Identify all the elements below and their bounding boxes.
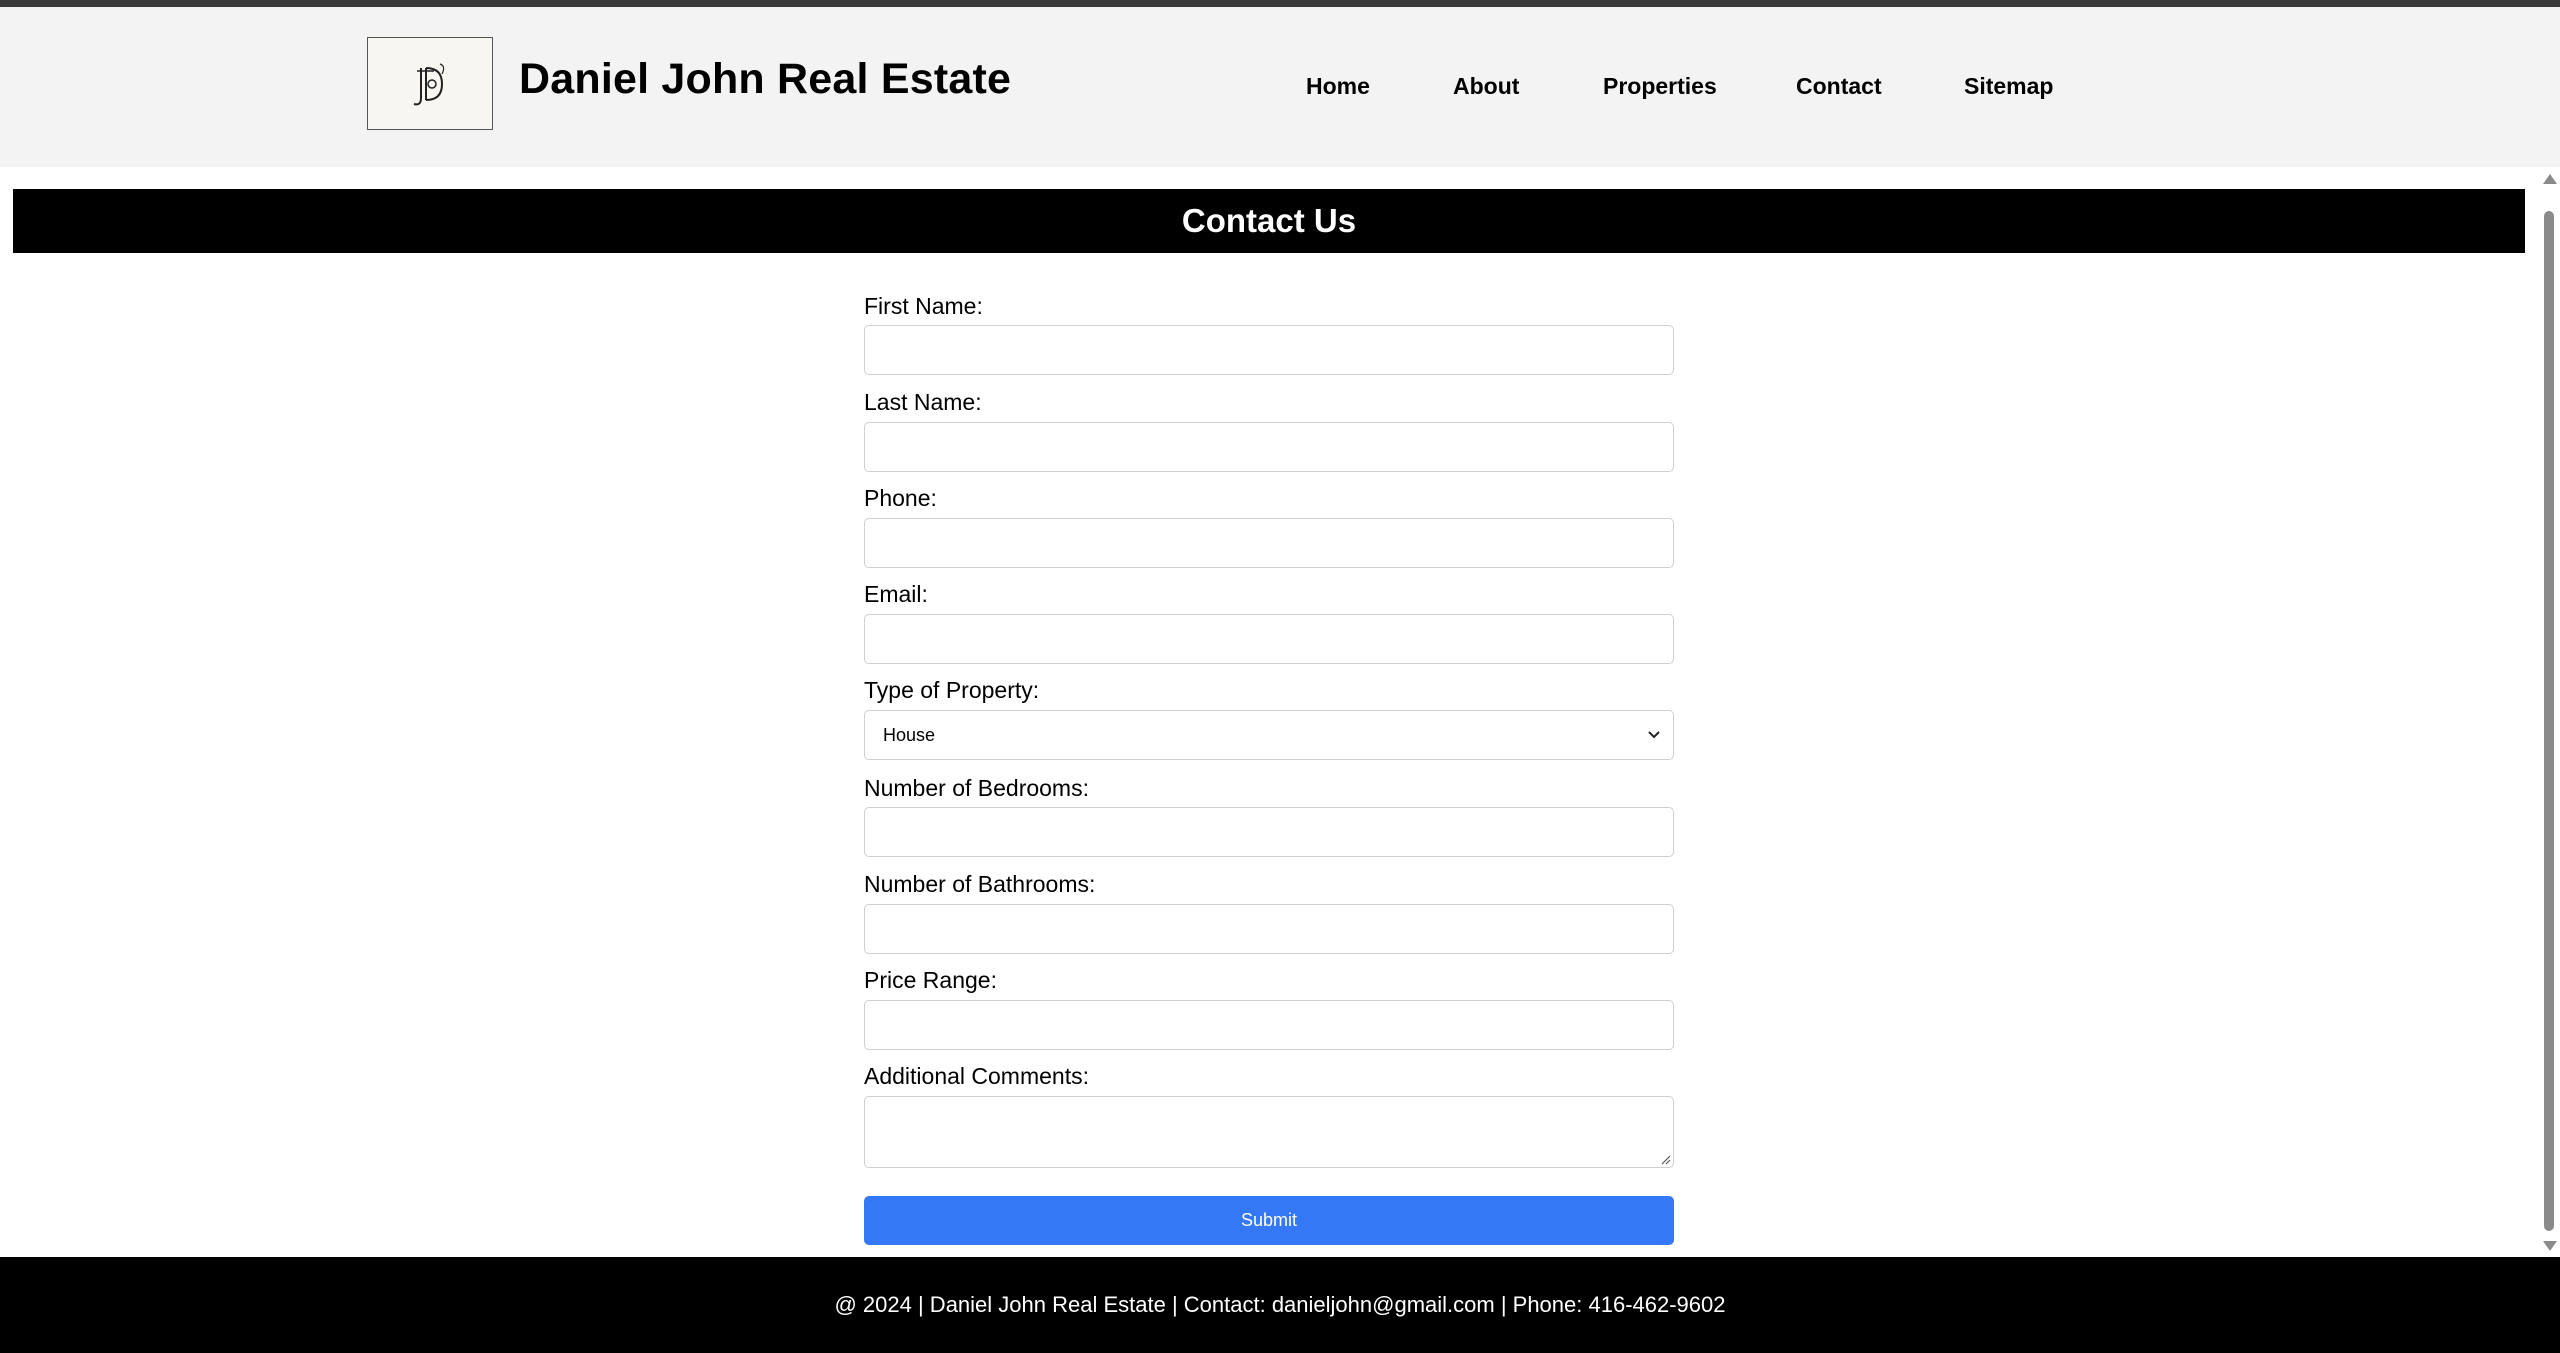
bedrooms-label: Number of Bedrooms: — [864, 775, 1089, 801]
last-name-label: Last Name: — [864, 389, 982, 415]
first-name-label: First Name: — [864, 293, 983, 319]
email-label: Email: — [864, 581, 928, 607]
monogram-icon — [413, 63, 445, 106]
bathrooms-input[interactable] — [864, 904, 1674, 954]
site-header: Daniel John Real Estate Home About Prope… — [0, 7, 2560, 167]
email-input[interactable] — [864, 614, 1674, 664]
scroll-up-arrow-icon[interactable] — [2543, 174, 2557, 184]
submit-button[interactable]: Submit — [864, 1196, 1674, 1245]
site-title: Daniel John Real Estate — [519, 55, 1012, 103]
bedrooms-input[interactable] — [864, 807, 1674, 857]
window-top-strip — [0, 0, 2560, 7]
bathrooms-label: Number of Bathrooms: — [864, 871, 1096, 897]
first-name-input[interactable] — [864, 325, 1674, 375]
scrollbar-thumb[interactable] — [2544, 211, 2554, 1231]
comments-label: Additional Comments: — [864, 1063, 1089, 1089]
phone-label: Phone: — [864, 485, 937, 511]
property-type-select[interactable]: House — [864, 710, 1674, 760]
chevron-down-icon — [1648, 731, 1660, 739]
nav-contact-link[interactable]: Contact — [1796, 73, 1882, 100]
property-type-label: Type of Property: — [864, 677, 1040, 703]
last-name-input[interactable] — [864, 422, 1674, 472]
nav-sitemap-link[interactable]: Sitemap — [1964, 73, 2053, 100]
site-logo[interactable] — [367, 37, 493, 130]
scroll-down-arrow-icon[interactable] — [2543, 1241, 2557, 1251]
price-range-label: Price Range: — [864, 967, 997, 993]
page-title-banner: Contact Us — [13, 189, 2525, 253]
price-range-input[interactable] — [864, 1000, 1674, 1050]
site-footer: @ 2024 | Daniel John Real Estate | Conta… — [0, 1257, 2560, 1353]
nav-home-link[interactable]: Home — [1306, 73, 1370, 100]
phone-input[interactable] — [864, 518, 1674, 568]
comments-textarea[interactable] — [864, 1096, 1674, 1168]
vertical-scrollbar[interactable] — [2538, 167, 2560, 1257]
nav-about-link[interactable]: About — [1453, 73, 1519, 100]
nav-properties-link[interactable]: Properties — [1603, 73, 1717, 100]
resize-grip-icon[interactable] — [1659, 1153, 1671, 1165]
property-type-selected-value: House — [883, 724, 936, 745]
